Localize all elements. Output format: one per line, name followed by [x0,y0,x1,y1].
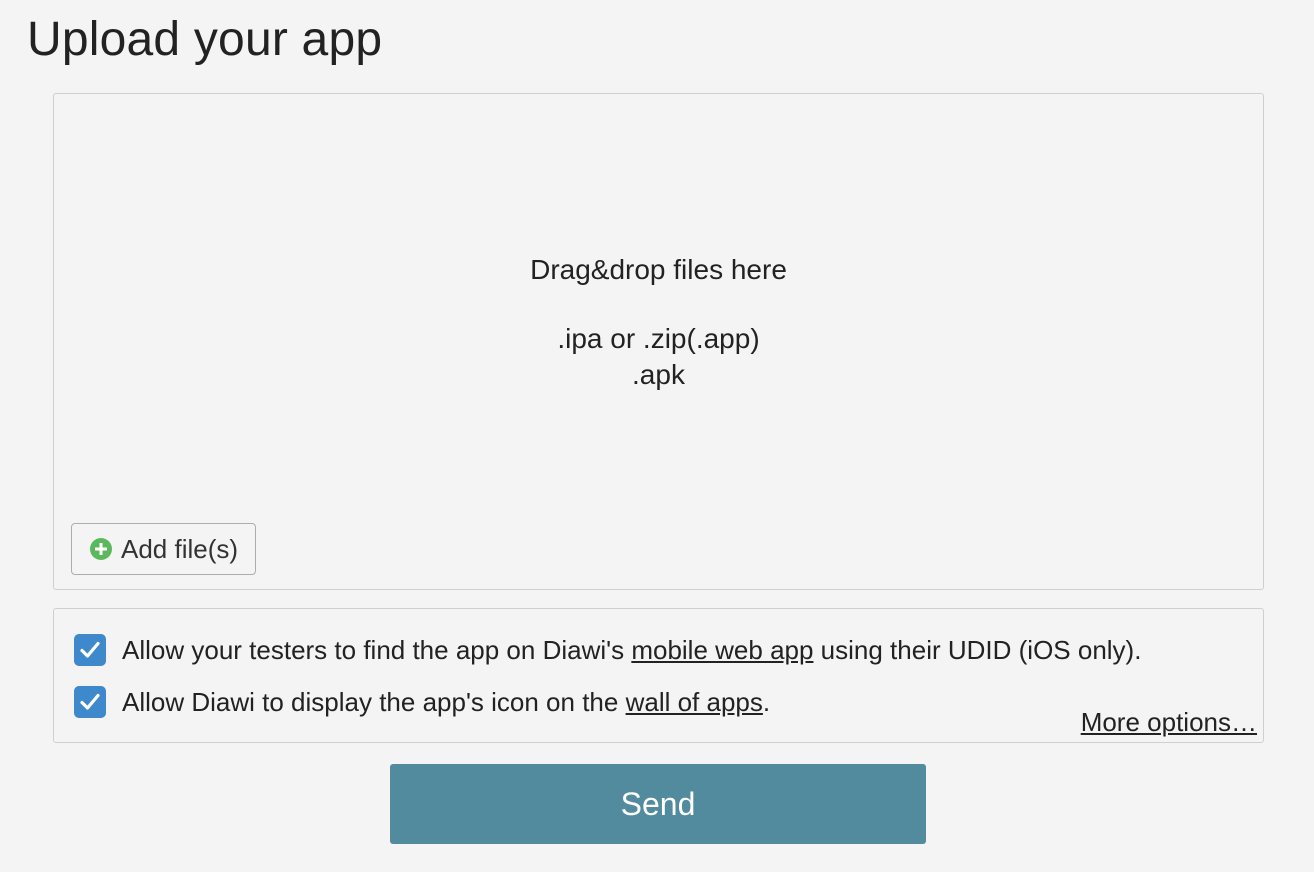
add-files-label: Add file(s) [121,533,239,564]
dropzone-instruction: Drag&drop files here [530,254,787,285]
page-title: Upload your app [27,13,383,66]
file-dropzone[interactable]: Drag&drop files here .ipa or .zip(.app) … [53,93,1264,590]
dropzone-ios-formats: .ipa or .zip(.app) [557,323,760,354]
upload-page: Upload your app Drag&drop files here .ip… [0,0,1314,872]
wall-option: Allow Diawi to display the app's icon on… [74,686,770,718]
add-files-button[interactable]: Add file(s) [71,523,257,575]
wall-option-text-after: . [762,686,771,717]
checkmark-icon [80,641,100,658]
udid-option-text-before: Allow your testers to find the app on Di… [122,634,632,665]
wall-checkbox[interactable] [74,686,106,718]
udid-option-text-after: using their UDID (iOS only). [813,634,1142,665]
more-options-link[interactable]: More options… [1081,707,1257,738]
plus-circle-icon [90,538,112,560]
send-button[interactable]: Send [390,764,926,844]
udid-checkbox[interactable] [74,634,106,666]
wall-of-apps-link[interactable]: wall of apps [626,687,763,718]
wall-option-text-before: Allow Diawi to display the app's icon on… [122,686,626,717]
mobile-web-app-link[interactable]: mobile web app [631,635,813,666]
checkmark-icon [80,693,100,710]
udid-option: Allow your testers to find the app on Di… [74,634,1141,666]
dropzone-android-formats: .apk [632,359,685,390]
upload-options-panel: Allow your testers to find the app on Di… [53,608,1264,743]
